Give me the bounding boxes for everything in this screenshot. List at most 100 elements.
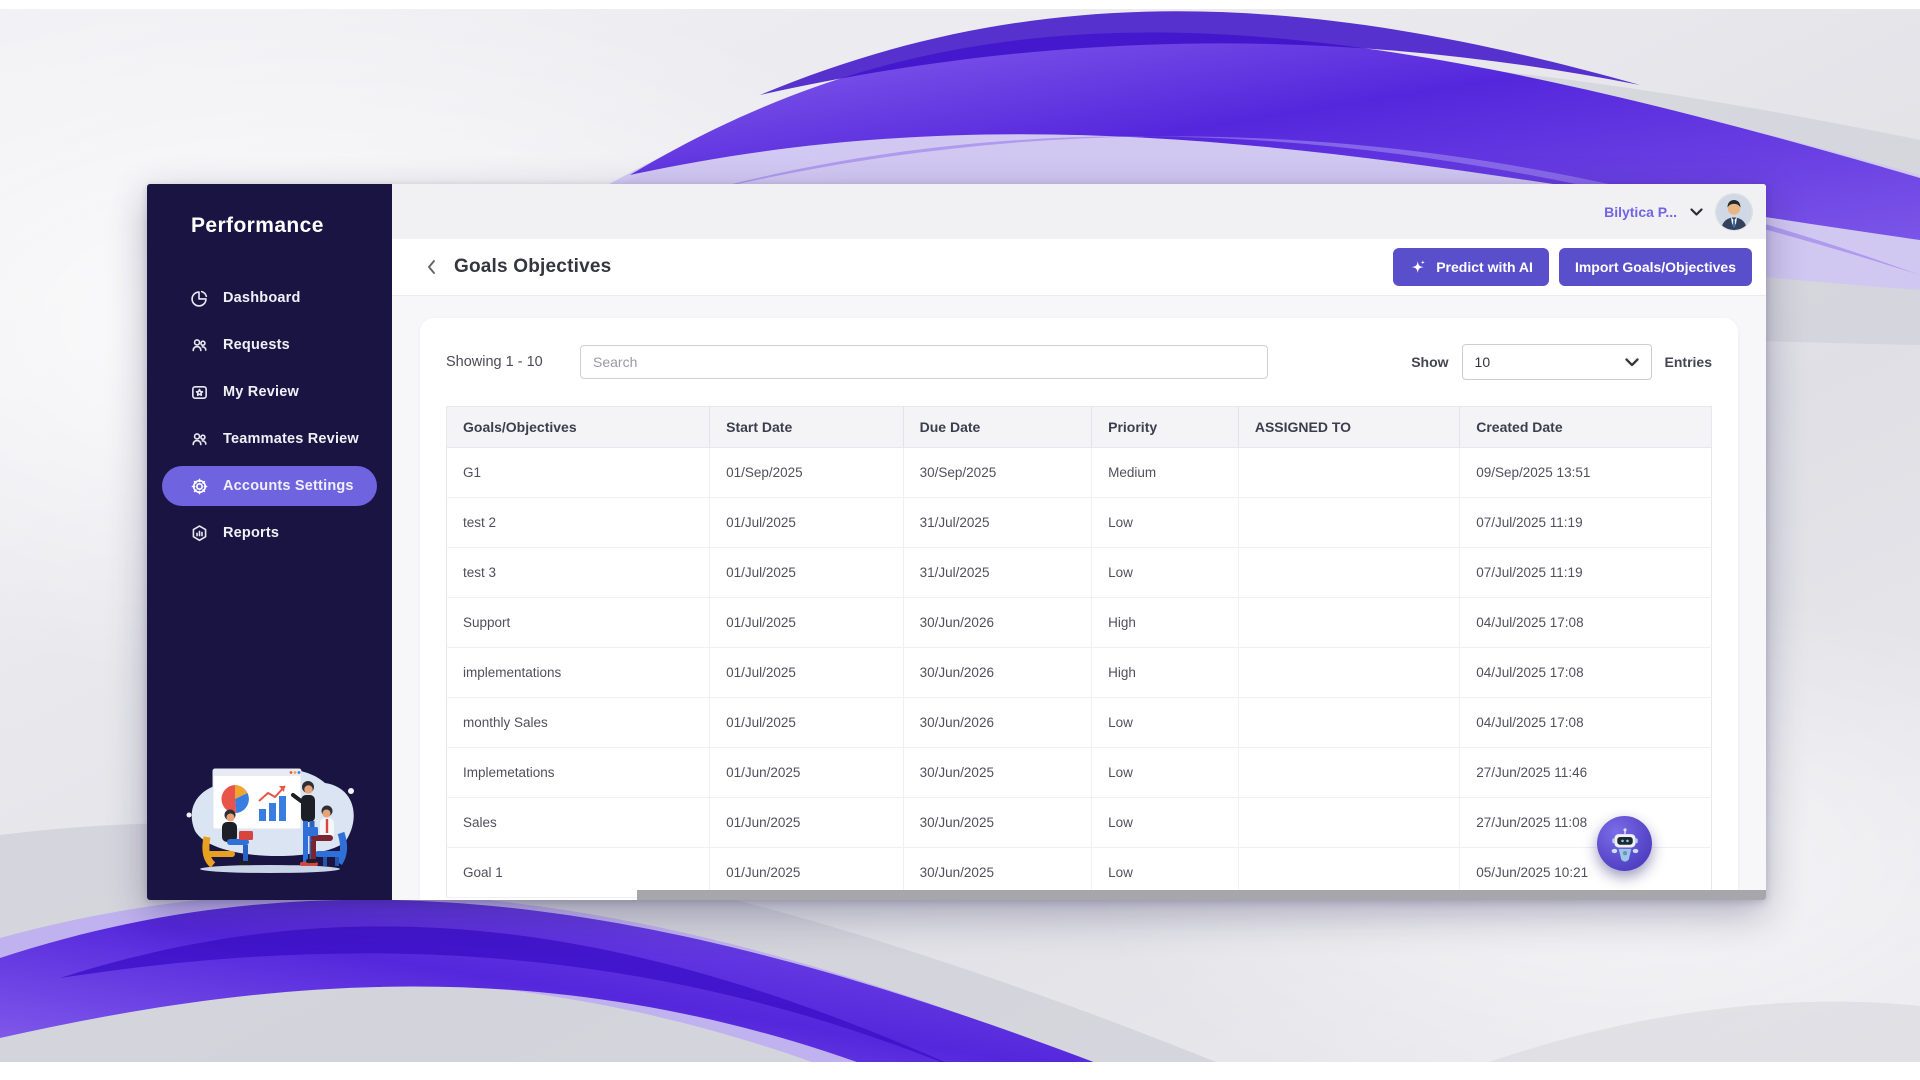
table-row[interactable]: implementations 01/Jul/2025 30/Jun/2026 Hig… (446, 647, 1712, 698)
cell-goal: monthly Sales (446, 697, 711, 748)
column-header-assigned: ASSIGNED TO (1238, 406, 1461, 448)
table-row[interactable]: Support 01/Jul/2025 30/Jun/2026 High 04/Jul/… (446, 597, 1712, 648)
cell-goal: Implemetations (446, 747, 711, 798)
cell-start_date: 01/Jul/2025 (709, 647, 904, 698)
cell-created_date: 04/Jul/2025 17:08 (1459, 647, 1712, 698)
column-header-priority: Priority (1091, 406, 1239, 448)
cell-created_date: 09/Sep/2025 13:51 (1459, 447, 1712, 498)
cell-assigned_to (1238, 647, 1461, 698)
cell-created_date: 07/Jul/2025 11:19 (1459, 547, 1712, 598)
sidebar-item-label: Accounts Settings (223, 478, 354, 494)
cell-start_date: 01/Jun/2025 (709, 797, 904, 848)
import-goals-button[interactable]: Import Goals/Objectives (1558, 248, 1752, 286)
cell-due_date: 30/Jun/2026 (903, 697, 1093, 748)
cell-goal: Sales (446, 797, 711, 848)
cell-assigned_to (1238, 547, 1461, 598)
table-row[interactable]: test 3 01/Jul/2025 31/Jul/2025 Low 07/Jul/20… (446, 547, 1712, 598)
cell-assigned_to (1238, 697, 1461, 748)
sidebar-item-label: My Review (223, 384, 299, 400)
cell-start_date: 01/Jul/2025 (709, 547, 904, 598)
gear-icon (191, 478, 208, 494)
entries-label: Entries (1664, 354, 1712, 370)
cell-goal: G1 (446, 447, 711, 498)
goals-card: Showing 1 - 10 Show 10 Entries Goals/Obj… (420, 318, 1738, 900)
table-row[interactable]: G1 01/Sep/2025 30/Sep/2025 Medium 09/Sep/202… (446, 447, 1712, 498)
user-menu-name[interactable]: Bilytica P... (1604, 204, 1677, 220)
cell-created_date: 27/Jun/2025 11:46 (1459, 747, 1712, 798)
chat-assistant-button[interactable] (1597, 816, 1652, 871)
cell-start_date: 01/Jul/2025 (709, 497, 904, 548)
cell-priority: Medium (1091, 447, 1239, 498)
table-row[interactable]: Sales 01/Jun/2025 30/Jun/2025 Low 27/Jun/202… (446, 797, 1712, 848)
cell-priority: Low (1091, 747, 1239, 798)
cell-priority: Low (1091, 497, 1239, 548)
predict-with-ai-button[interactable]: Predict with AI (1393, 248, 1549, 286)
sidebar-item-my-review[interactable]: My Review (162, 372, 377, 412)
sidebar-item-dashboard[interactable]: Dashboard (162, 278, 377, 318)
cell-priority: Low (1091, 797, 1239, 848)
sidebar: Performance Dashboard Requests My Review… (147, 184, 392, 900)
cell-due_date: 30/Jun/2025 (903, 747, 1093, 798)
import-goals-label: Import Goals/Objectives (1574, 259, 1736, 275)
entries-select[interactable]: 10 (1461, 344, 1652, 380)
cell-start_date: 01/Jun/2025 (709, 747, 904, 798)
cell-assigned_to (1238, 447, 1461, 498)
cell-due_date: 30/Jun/2026 (903, 597, 1093, 648)
table-row[interactable]: test 2 01/Jul/2025 31/Jul/2025 Low 07/Jul/20… (446, 497, 1712, 548)
top-user-bar: Bilytica P... (392, 184, 1766, 239)
chevron-left-icon[interactable] (426, 259, 436, 275)
cell-created_date: 07/Jul/2025 11:19 (1459, 497, 1712, 548)
cell-goal: test 2 (446, 497, 711, 548)
sidebar-item-reports[interactable]: Reports (162, 513, 377, 553)
sidebar-item-accounts-settings[interactable]: Accounts Settings (162, 466, 377, 506)
sidebar-menu: Dashboard Requests My Review Teammates R… (147, 278, 392, 553)
people-icon (192, 432, 207, 445)
column-header-goals: Goals/Objectives (446, 406, 711, 448)
bottom-white-edge (0, 1062, 1920, 1080)
showing-range-label: Showing 1 - 10 (446, 354, 543, 370)
entries-select-value: 10 (1474, 354, 1491, 370)
column-header-start: Start Date (709, 406, 904, 448)
goals-table-head: Goals/Objectives Start Date Due Date Pri… (446, 406, 1712, 448)
cell-assigned_to (1238, 597, 1461, 648)
goals-table: Goals/Objectives Start Date Due Date Pri… (446, 406, 1712, 898)
cell-created_date: 27/Jun/2025 11:08 (1459, 797, 1712, 848)
cell-start_date: 01/Jul/2025 (709, 697, 904, 748)
cell-priority: High (1091, 647, 1239, 698)
sidebar-item-teammates-review[interactable]: Teammates Review (162, 419, 377, 459)
cell-priority: Low (1091, 547, 1239, 598)
sidebar-item-requests[interactable]: Requests (162, 325, 377, 365)
goals-table-body: G1 01/Sep/2025 30/Sep/2025 Medium 09/Sep/202… (446, 447, 1712, 898)
table-row[interactable]: monthly Sales 01/Jul/2025 30/Jun/2026 Low 04… (446, 697, 1712, 748)
brand-logo: Performance (191, 214, 324, 237)
pie-chart-icon (191, 290, 208, 307)
chevron-down-icon (1624, 357, 1639, 366)
cell-created_date: 04/Jul/2025 17:08 (1459, 597, 1712, 648)
search-input[interactable] (580, 345, 1268, 379)
horizontal-scrollbar[interactable] (637, 890, 1766, 900)
sparkle-icon (1411, 259, 1426, 273)
chevron-down-icon[interactable] (1686, 204, 1707, 220)
cell-due_date: 31/Jul/2025 (903, 497, 1093, 548)
cell-start_date: 01/Jul/2025 (709, 597, 904, 648)
content-area: Showing 1 - 10 Show 10 Entries Goals/Obj… (392, 296, 1766, 900)
cell-assigned_to (1238, 797, 1461, 848)
cell-priority: High (1091, 597, 1239, 648)
cell-goal: test 3 (446, 547, 711, 598)
cell-assigned_to (1238, 497, 1461, 548)
team-presentation-illustration (186, 768, 354, 873)
app-window: Performance Dashboard Requests My Review… (147, 184, 1766, 900)
cell-due_date: 31/Jul/2025 (903, 547, 1093, 598)
sidebar-item-label: Teammates Review (223, 431, 359, 447)
predict-with-ai-label: Predict with AI (1436, 259, 1533, 275)
table-row[interactable]: Implemetations 01/Jun/2025 30/Jun/2025 Low 2… (446, 747, 1712, 798)
cell-due_date: 30/Jun/2026 (903, 647, 1093, 698)
user-avatar[interactable] (1716, 193, 1752, 230)
sidebar-item-label: Reports (223, 525, 280, 541)
header-row: Goals/Objectives Start Date Due Date Pri… (446, 406, 1712, 448)
cell-due_date: 30/Jun/2025 (903, 797, 1093, 848)
sidebar-item-label: Requests (223, 337, 290, 353)
page-title: Goals Objectives (454, 256, 612, 277)
page-title-bar: Goals Objectives Predict with AI Import … (392, 239, 1766, 296)
cell-due_date: 30/Sep/2025 (903, 447, 1093, 498)
